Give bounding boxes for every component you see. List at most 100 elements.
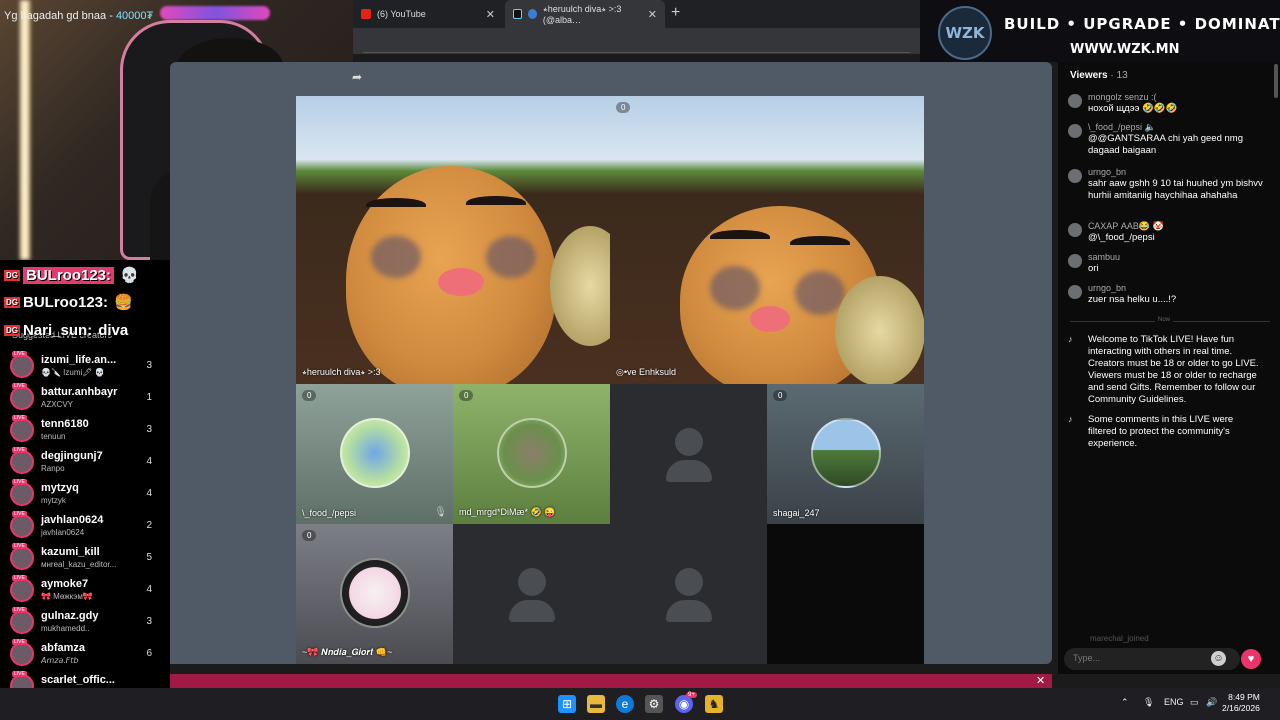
creator-name: aymoke7 [41,578,89,590]
alert-badge: DG [4,324,20,336]
system-message-text: Welcome to TikTok LIVE! Have fun interac… [1088,334,1259,405]
edge-browser-icon[interactable]: e [616,695,634,713]
creator-name: tenn6180 [41,418,89,430]
new-tab-button[interactable]: + [671,4,680,22]
settings-gear-icon[interactable]: ⚙ [645,695,663,713]
chat-user-avatar[interactable] [1068,223,1082,237]
creator-subtitle: 💀🔪 Izumi🖋 💀 [41,368,105,377]
empty-guest-slot[interactable] [453,524,610,664]
language-indicator[interactable]: ENG [1164,697,1184,707]
windows-start-icon[interactable]: ⊞ [558,695,576,713]
chat-username[interactable]: urngo_bn [1088,167,1126,177]
cohost-video-tile[interactable]: 0 ◎•ve Enhksuld [610,96,924,384]
creator-name: battur.anhbayr [41,386,118,398]
system-clock[interactable]: 8:49 PM 2/16/2026 [1222,692,1260,714]
chat-text: @\_food_/pepsi [1088,232,1155,243]
divider-label: Now [1155,317,1174,323]
suggested-creator-item[interactable]: LIVE izumi_life.an... 💀🔪 Izumi🖋 💀 3 [10,351,160,382]
creator-viewer-count: 3 [146,360,152,371]
potato-nose [750,306,790,332]
viewer-count-badge: 0 [773,390,788,401]
tab-youtube[interactable]: (6) YouTube ✕ [353,0,503,28]
suggested-creator-item[interactable]: LIVE kazumi_kill мнreal_kazu_editor... 5 [10,543,160,574]
suggested-creator-item[interactable]: LIVE tenn6180 tenuun 3 [10,415,160,446]
suggested-creator-item[interactable]: LIVE aymoke7 🎀 Мөжкэм🎀 4 [10,575,160,606]
address-bar[interactable] [353,28,920,54]
close-banner-icon[interactable]: ✕ [1036,674,1045,687]
creator-avatar [10,418,34,442]
audio-icon [528,9,537,19]
emoji-button[interactable]: ☺ [1211,651,1226,666]
close-tab-icon[interactable]: ✕ [648,8,657,21]
tab-tiktok[interactable]: ⭒heruulch diva⭒ >:3 (@alba… ✕ [505,0,665,28]
empty-guest-slot[interactable] [610,384,767,524]
app-pinned-icon[interactable]: ♞ [705,695,723,713]
chat-user-avatar[interactable] [1068,285,1082,299]
empty-guest-slot[interactable] [767,524,924,664]
creator-subtitle: tenuun [41,432,66,441]
gift-heart-button[interactable]: ♥ [1241,649,1261,669]
guest-tile[interactable]: 0 md_mrgd*DiMæ* 🤣 😜 [453,384,610,524]
viewer-count-badge: 0 [616,102,631,113]
chat-user-avatar[interactable] [1068,169,1082,183]
guest-tile[interactable]: 0 \_food_/pepsi 🎙 [296,384,453,524]
suggested-creator-item[interactable]: LIVE javhlan0624 javhlan0624 2 [10,511,160,542]
guest-name-label: \_food_/pepsi [302,508,357,518]
chat-username[interactable]: САХАР ААВ😂 🤡 [1088,221,1164,232]
live-badge: LIVE [12,511,27,517]
microphone-icon[interactable]: 🎙 [1143,697,1154,708]
live-badge: LIVE [12,447,27,453]
volume-icon[interactable]: 🔊 [1206,697,1217,708]
chat-username[interactable]: \_food_/pepsi 🔈 [1088,122,1156,133]
creator-name: scarlet_offic... [41,674,115,686]
file-explorer-icon[interactable]: ▬ [587,695,605,713]
chat-user-avatar[interactable] [1068,124,1082,138]
host-video-tile[interactable]: ⭒heruulch diva⭒ >:3 [296,96,610,384]
chat-text: @@GANTSARAA chi yah geed nmg dagaad baig… [1088,133,1243,156]
cymbal [835,276,924,384]
network-icon[interactable]: ▭ [1190,697,1199,708]
creator-name: javhlan0624 [41,514,104,526]
suggested-creator-item[interactable]: LIVE abfamza 𝘈𝘮𝘻𝘢.𝘍𝘵𝘣 6 [10,639,160,670]
neon-light [160,6,270,20]
creator-avatar [10,610,34,634]
chat-username[interactable]: mongolz senzu :( [1088,92,1157,102]
donation-name: Yg bagadah gd bnaa - [4,10,116,22]
viewers-header[interactable]: Viewers · 13 [1070,70,1128,81]
left-brow [366,198,426,212]
suggested-creator-item[interactable]: LIVE mytzyq mytzyk 4 [10,479,160,510]
empty-seat-icon [508,568,555,622]
creator-name: degjingunj7 [41,450,103,462]
live-badge: LIVE [12,575,27,581]
guest-tile[interactable]: 0 ~🎀 𝑵𝒏𝒅𝒊𝒂_𝑮𝒊𝒐𝒓𝒕 👊~ [296,524,453,664]
creator-subtitle: 🎀 Мөжкэм🎀 [41,592,93,601]
viewer-count-badge: 0 [302,390,317,401]
chat-scrollbar[interactable] [1274,64,1278,98]
creator-viewer-count: 3 [146,424,152,435]
creator-subtitle: AZXCVY [41,400,74,409]
chat-alert: DG BULroo123: 🍔 [4,291,133,313]
live-badge: LIVE [12,479,27,485]
tiktok-icon: ♪ [1068,414,1073,424]
alert-badge: DG [4,269,20,281]
guest-tile[interactable]: 0 shagai_247 [767,384,924,524]
empty-guest-slot[interactable] [610,524,767,664]
alert-message: diva [98,321,129,339]
suggested-creator-item[interactable]: LIVE gulnaz.gdy mukhamedd.. 3 [10,607,160,638]
suggested-creator-item[interactable]: LIVE degjingunj7 Ranpo 4 [10,447,160,478]
live-badge: LIVE [12,543,27,549]
chat-username[interactable]: sambuu [1088,252,1120,262]
chat-username[interactable]: urngo_bn [1088,283,1126,293]
live-badge: LIVE [12,415,27,421]
chat-user-avatar[interactable] [1068,94,1082,108]
chat-user-avatar[interactable] [1068,254,1082,268]
close-tab-icon[interactable]: ✕ [486,8,495,21]
guest-avatar [496,418,567,488]
lamp-light [20,0,30,260]
alert-username: Nari_sun: [23,321,93,339]
creator-subtitle: javhlan0624 [41,528,85,537]
chevron-up-icon[interactable]: ⌃ [1121,697,1129,708]
share-icon[interactable]: ➦ [352,70,362,84]
host-name-label: ⭒heruulch diva⭒ >:3 [302,367,381,377]
suggested-creator-item[interactable]: LIVE battur.anhbayr AZXCVY 1 [10,383,160,414]
